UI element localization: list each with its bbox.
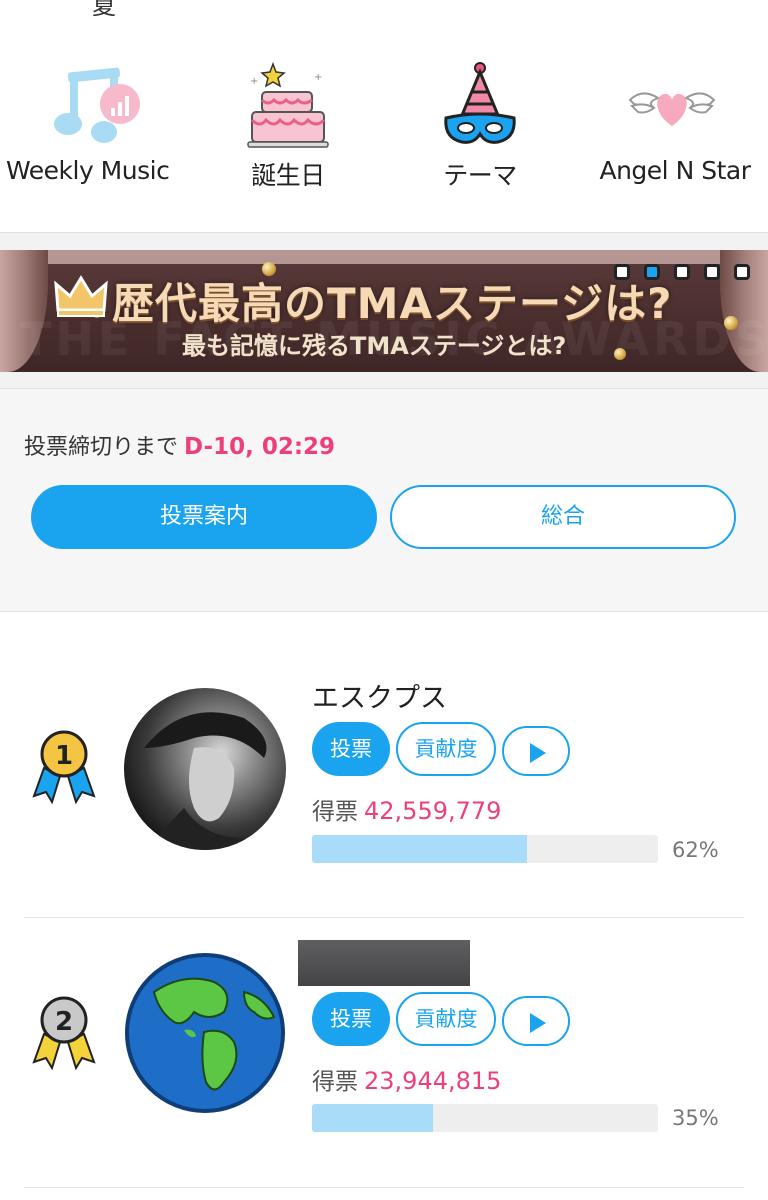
category-label: 誕生日 [251, 161, 325, 190]
deadline-label: 投票締切りまで [24, 435, 179, 460]
rank-number: 2 [55, 1007, 73, 1037]
play-icon [530, 1013, 546, 1033]
category-birthday[interactable]: + + 誕生日 [192, 40, 384, 232]
row-divider [24, 1187, 744, 1188]
artist-name: エスクプス [312, 683, 447, 714]
votes-label: 得票 [312, 1069, 358, 1095]
gold-ball-decoration [724, 316, 738, 330]
section-divider [0, 372, 768, 388]
deadline-countdown: D-10, 02:29 [184, 434, 336, 460]
portrait-photo [144, 712, 274, 850]
play-button[interactable] [502, 996, 570, 1046]
silver-medal-icon: 2 [32, 996, 96, 1070]
artist-avatar[interactable] [124, 952, 286, 1114]
previous-section-text: 夏 [92, 0, 116, 20]
pagination-dot[interactable] [614, 264, 630, 280]
rank-number: 1 [55, 741, 73, 771]
deadline-text: 投票締切りまで D-10, 02:29 [24, 429, 335, 461]
vote-deadline-section: 投票締切りまで D-10, 02:29 投票案内 総合 [0, 388, 768, 612]
gold-ball-decoration [614, 348, 626, 360]
vote-progress-fill [312, 1104, 434, 1132]
pagination-dot[interactable] [734, 264, 750, 280]
category-label: Weekly Music [6, 156, 170, 185]
pagination-dot-active[interactable] [644, 264, 660, 280]
ranking-item-1: 1 エスクプス 投票 貢献度 得票 42,559,779 62% [0, 648, 768, 918]
svg-text:+: + [250, 76, 258, 87]
vote-progress-fill [312, 835, 527, 863]
vote-page: 夏 Weekly Music + + 誕生日 テーマ Angel N Star … [0, 0, 768, 1200]
globe-image [125, 953, 285, 1113]
pagination-dot[interactable] [704, 264, 720, 280]
vote-progress-bar [312, 835, 658, 863]
category-weekly-music[interactable]: Weekly Music [0, 40, 192, 232]
party-hat-mask-icon [444, 62, 516, 144]
vote-percent: 35% [672, 1106, 719, 1130]
gold-medal-icon: 1 [32, 730, 96, 804]
banner-title: 歴代最高のTMAステージは? [112, 279, 673, 328]
section-divider [0, 232, 768, 250]
category-label: テーマ [443, 161, 517, 190]
vote-guide-button[interactable]: 投票案内 [31, 485, 377, 549]
votes-number: 42,559,779 [364, 797, 502, 825]
pagination-dot[interactable] [674, 264, 690, 280]
play-icon [530, 743, 546, 763]
vote-count: 得票 23,944,815 [312, 1062, 501, 1096]
vote-button[interactable]: 投票 [312, 992, 390, 1046]
redacted-artist-name [298, 940, 470, 986]
curtain-valance [0, 250, 768, 264]
artist-avatar[interactable] [124, 688, 286, 850]
winged-heart-icon [628, 92, 716, 126]
category-label: Angel N Star [599, 156, 751, 185]
svg-text:+: + [314, 72, 322, 83]
category-angel-n-star[interactable]: Angel N Star [576, 40, 768, 232]
vote-button[interactable]: 投票 [312, 722, 390, 776]
vote-count: 得票 42,559,779 [312, 792, 501, 826]
category-theme[interactable]: テーマ [384, 40, 576, 232]
overall-button[interactable]: 総合 [390, 485, 736, 549]
contribution-button[interactable]: 貢献度 [396, 722, 496, 776]
category-row: Weekly Music + + 誕生日 テーマ Angel N Star [0, 40, 768, 232]
ranking-item-2: 2 投票 貢献度 得票 23,944,815 35% [0, 918, 768, 1188]
votes-number: 23,944,815 [364, 1067, 502, 1095]
vote-percent: 62% [672, 838, 719, 862]
play-button[interactable] [502, 726, 570, 776]
crown-icon [54, 275, 108, 317]
contribution-button[interactable]: 貢献度 [396, 992, 496, 1046]
votes-label: 得票 [312, 799, 358, 825]
banner-subtitle: 最も記憶に残るTMAステージとは? [182, 332, 567, 360]
music-note-chart-icon [54, 67, 140, 143]
vote-progress-bar [312, 1104, 658, 1132]
banner-pagination [614, 264, 750, 280]
birthday-cake-icon: + + [247, 62, 329, 148]
